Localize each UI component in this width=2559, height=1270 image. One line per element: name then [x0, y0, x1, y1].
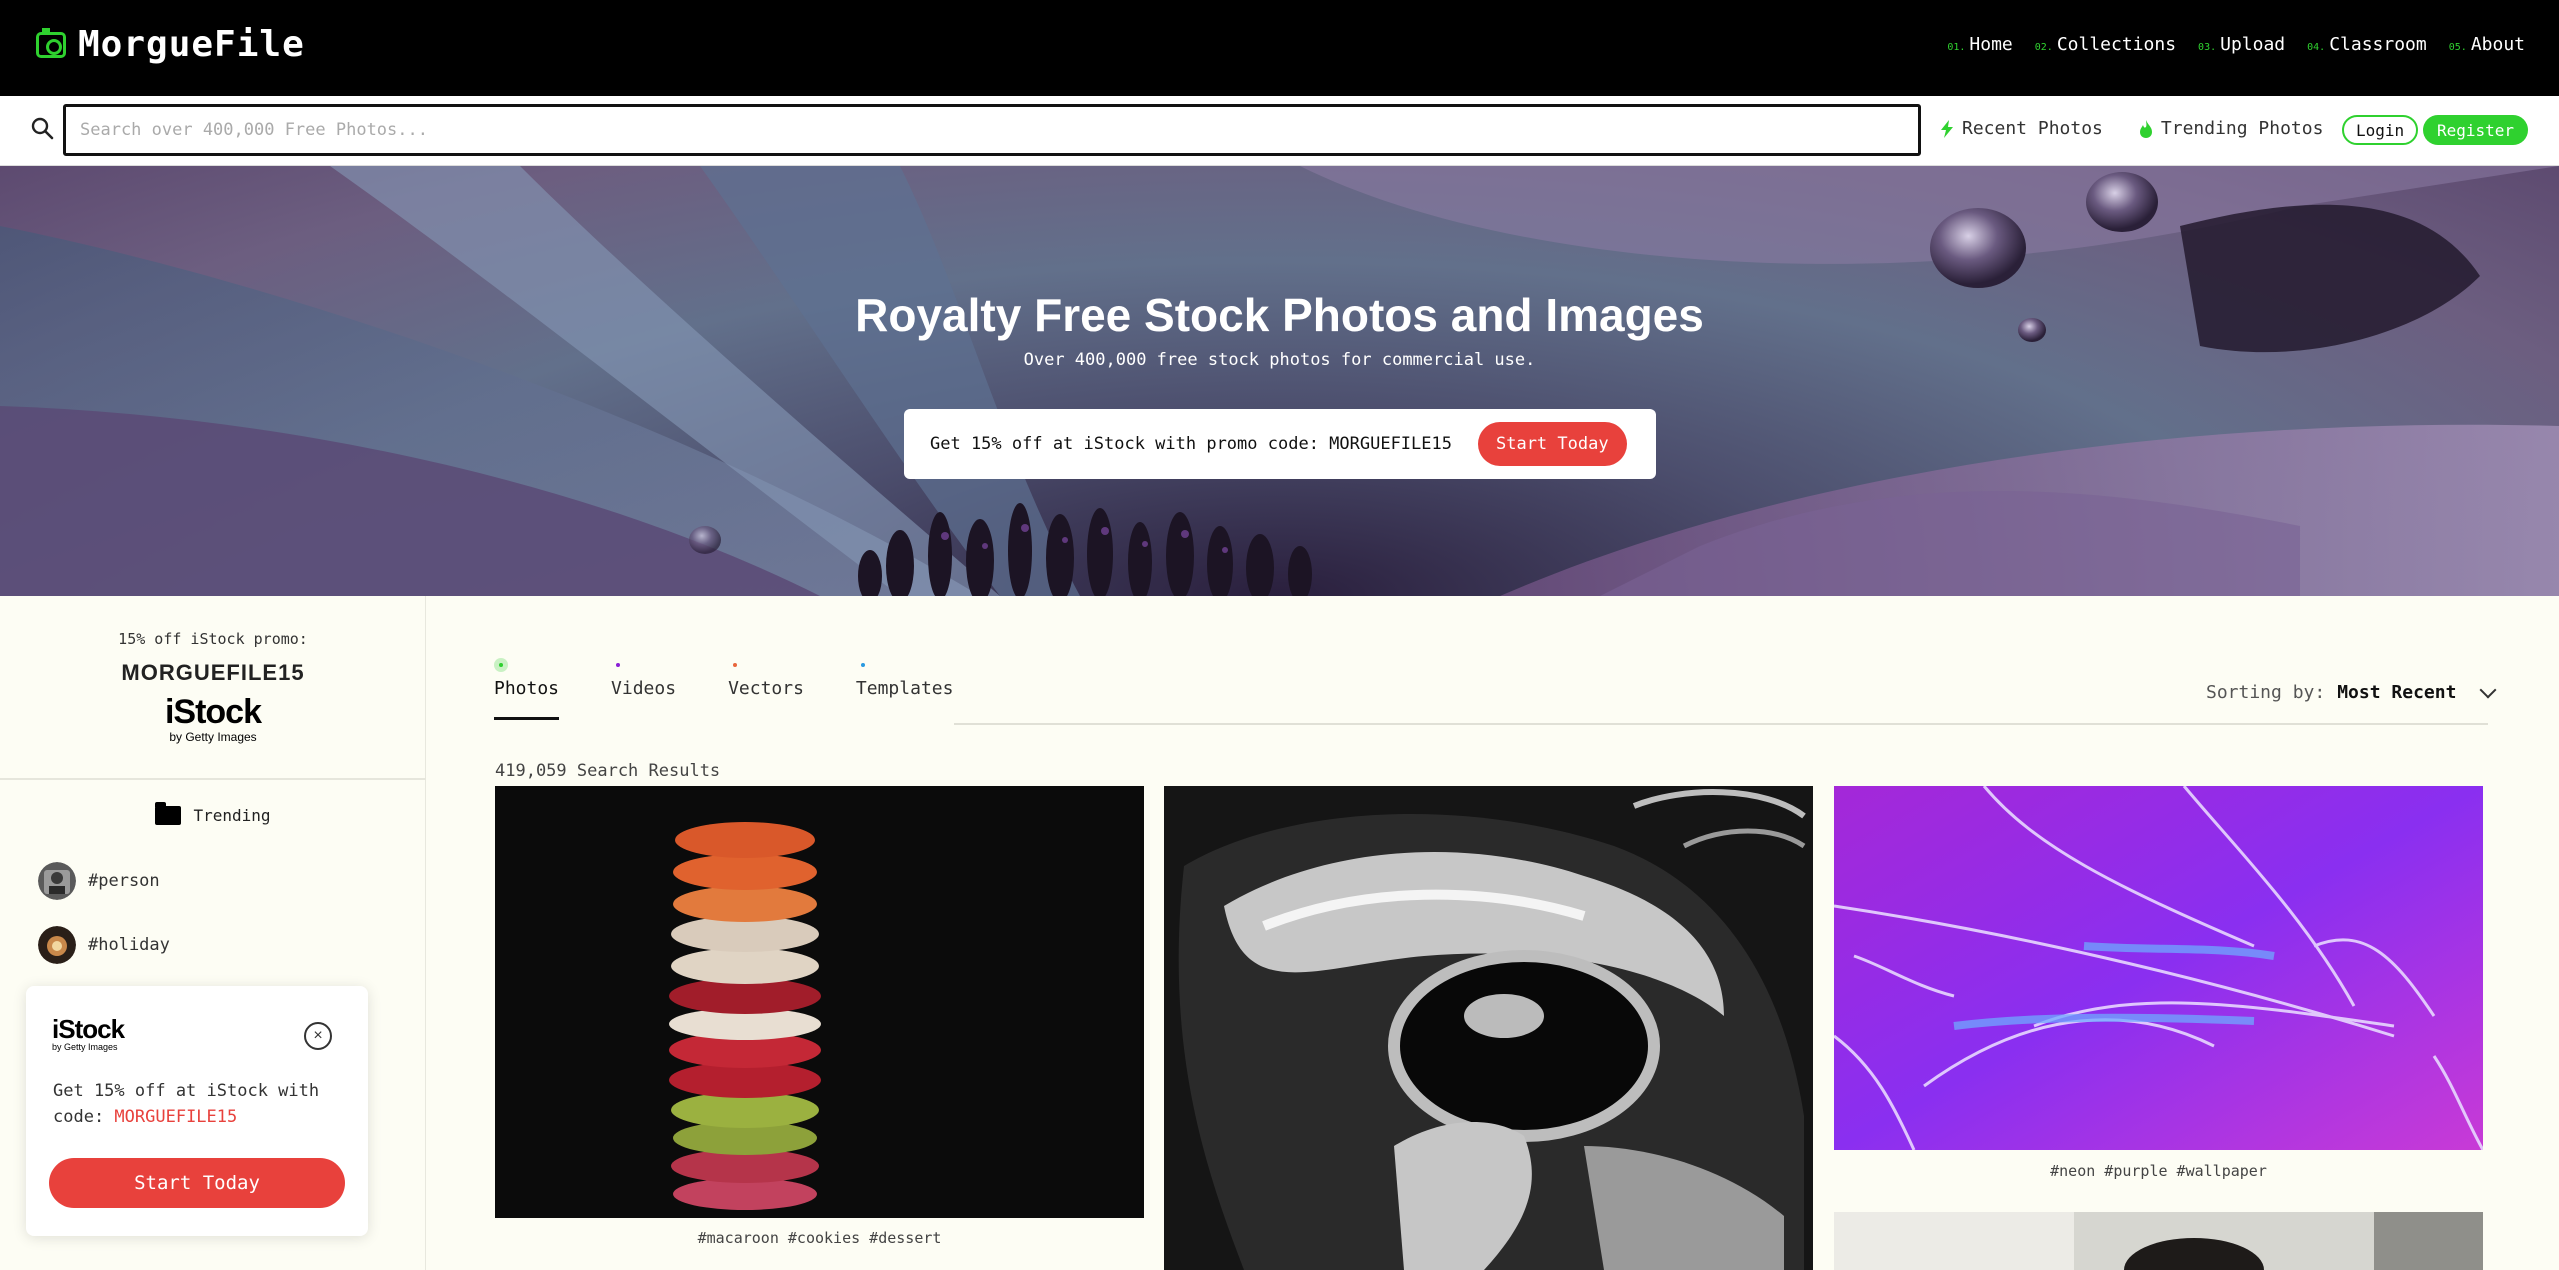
sort-value: Most Recent: [2337, 682, 2457, 703]
trending-photos-label: Trending Photos: [2160, 118, 2324, 139]
hero-title: Royalty Free Stock Photos and Images: [855, 289, 1704, 341]
istock-tagline: by Getty Images: [169, 730, 257, 744]
tab-label: Templates: [855, 678, 954, 699]
divider: [0, 778, 426, 780]
photo-card[interactable]: [1164, 786, 1813, 1270]
nav-number: 04.: [2307, 42, 2326, 53]
tab-label: Photos: [494, 678, 560, 699]
site-logo[interactable]: MorgueFile: [36, 24, 305, 65]
tab-vectors[interactable]: Vectors: [728, 656, 804, 720]
nav-home[interactable]: 01. Home: [1947, 34, 2012, 55]
macaroon-photo: [495, 786, 1144, 1218]
media-tabs: Photos Videos Vectors Templates: [494, 656, 953, 720]
neon-photo: [1834, 786, 2483, 1150]
avatar: [38, 926, 76, 964]
nav-label: Upload: [2220, 34, 2286, 55]
trending-label: Trending: [193, 805, 271, 825]
trending-header[interactable]: Trending: [0, 796, 426, 834]
register-button[interactable]: Register: [2423, 115, 2529, 145]
istock-popup: iStock by Getty Images × Get 15% off at …: [26, 986, 368, 1236]
nav-upload[interactable]: 03. Upload: [2198, 34, 2285, 55]
photo-card[interactable]: [1834, 1212, 2483, 1270]
camera-icon: [36, 27, 66, 58]
main-nav: 01. Home 02. Collections 03. Upload 04. Clas…: [1947, 34, 2525, 55]
istock-logo[interactable]: iStock by Getty Images: [0, 694, 426, 744]
search-input[interactable]: [63, 104, 1921, 156]
tag-item-holiday[interactable]: #holiday: [38, 926, 170, 964]
chevron-down-icon: [2479, 681, 2497, 698]
dot-icon: [856, 658, 870, 672]
dot-icon: [494, 658, 508, 672]
photo-caption: #neon #purple #wallpaper: [2050, 1162, 2267, 1180]
nav-number: 02.: [2034, 42, 2053, 53]
istock-tagline: by Getty Images: [52, 1042, 118, 1052]
popup-start-today-button[interactable]: Start Today: [49, 1158, 345, 1208]
promo-label: 15% off iStock promo:: [118, 630, 308, 648]
top-navbar: MorgueFile 01. Home 02. Collections 03. Upl…: [0, 0, 2559, 96]
hero-flower-image: [0, 166, 2559, 596]
hero-banner: Royalty Free Stock Photos and Images Ove…: [0, 166, 2559, 596]
folder-icon: [155, 801, 182, 825]
results-count: 419,059 Search Results: [495, 761, 721, 781]
sort-label: Sorting by:: [2206, 682, 2326, 703]
sort-dropdown[interactable]: Sorting by: Most Recent: [2206, 681, 2497, 703]
tab-label: Vectors: [728, 678, 804, 699]
fire-icon: [2139, 119, 2152, 138]
nav-about[interactable]: 05. About: [2449, 34, 2525, 55]
tab-label: Videos: [611, 678, 677, 699]
tag-label: #person: [88, 871, 160, 891]
tag-label: #holiday: [88, 935, 170, 955]
dot-icon: [611, 658, 625, 672]
istock-logo: iStock by Getty Images: [52, 1014, 125, 1052]
nav-label: Collections: [2056, 34, 2177, 55]
nav-label: About: [2470, 34, 2525, 55]
site-name: MorgueFile: [78, 24, 305, 65]
bolt-icon: [1941, 119, 1953, 138]
tab-photos[interactable]: Photos: [494, 656, 560, 720]
nav-classroom[interactable]: 04. Classroom: [2307, 34, 2427, 55]
istock-name: iStock: [164, 693, 262, 731]
portrait-photo: [1834, 1212, 2483, 1270]
close-icon[interactable]: ×: [304, 1022, 332, 1050]
chrome-skull-photo: [1164, 786, 1813, 1270]
promo-text: Get 15% off at iStock with promo code: M…: [930, 434, 1452, 454]
tab-templates[interactable]: Templates: [855, 656, 954, 720]
avatar: [38, 862, 76, 900]
tag-item-person[interactable]: #person: [38, 862, 160, 900]
recent-photos-link[interactable]: Recent Photos: [1940, 118, 2103, 139]
photo-card[interactable]: [1834, 786, 2483, 1150]
dot-icon: [728, 658, 742, 672]
hero-subtitle: Over 400,000 free stock photos for comme…: [1023, 350, 1536, 370]
login-button[interactable]: Login: [2342, 115, 2419, 145]
istock-name: iStock: [52, 1014, 125, 1044]
start-today-button[interactable]: Start Today: [1477, 422, 1627, 466]
popup-text: Get 15% off at iStock with code: MORGUEF…: [53, 1078, 353, 1130]
search-icon[interactable]: [30, 116, 54, 140]
search-bar: Recent Photos Trending Photos Login Regi…: [0, 96, 2559, 166]
nav-label: Classroom: [2329, 34, 2427, 55]
tab-videos[interactable]: Videos: [611, 656, 676, 720]
tabs-divider: [954, 723, 2488, 725]
nav-number: 05.: [2448, 42, 2467, 53]
promo-code: MORGUEFILE15: [121, 660, 305, 685]
recent-photos-label: Recent Photos: [1962, 118, 2103, 139]
photo-caption: #macaroon #cookies #dessert: [697, 1229, 942, 1247]
nav-label: Home: [1969, 34, 2013, 55]
nav-collections[interactable]: 02. Collections: [2035, 34, 2176, 55]
popup-code: MORGUEFILE15: [114, 1107, 238, 1127]
promo-box: Get 15% off at iStock with promo code: M…: [904, 409, 1656, 479]
trending-photos-link[interactable]: Trending Photos: [2139, 118, 2324, 139]
nav-number: 03.: [2198, 42, 2217, 53]
photo-card[interactable]: [495, 786, 1144, 1218]
quick-links: Recent Photos Trending Photos: [1940, 118, 2323, 139]
nav-number: 01.: [1947, 42, 1966, 53]
